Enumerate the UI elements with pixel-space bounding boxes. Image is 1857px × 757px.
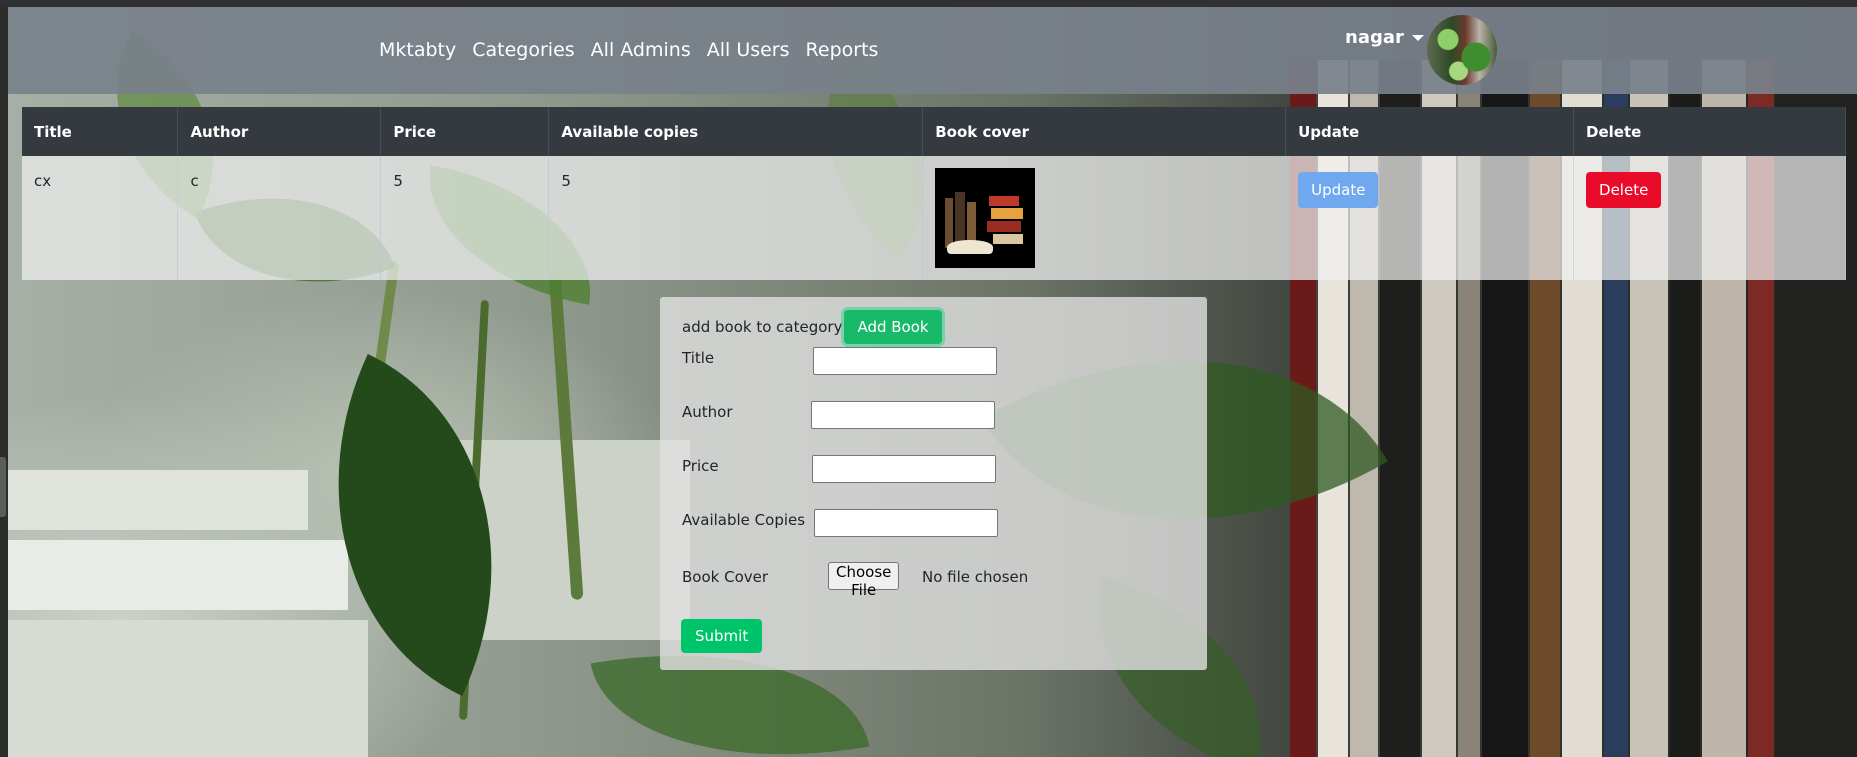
form-heading: add book to category <box>682 318 843 336</box>
cell-title: cx <box>22 156 179 280</box>
nav-link-reports[interactable]: Reports <box>806 39 879 61</box>
submit-button[interactable]: Submit <box>681 619 763 653</box>
author-input[interactable] <box>811 401 995 429</box>
price-input[interactable] <box>812 455 996 483</box>
header-update: Update <box>1285 107 1575 156</box>
copies-input[interactable] <box>814 509 998 537</box>
cell-update: Update <box>1285 156 1575 280</box>
price-label: Price <box>682 457 719 475</box>
price-row: Price <box>682 455 996 483</box>
avatar[interactable] <box>1427 15 1497 85</box>
table-header-row: Title Author Price Available copies Book… <box>22 107 1846 156</box>
nav-link-all-users[interactable]: All Users <box>707 39 790 61</box>
navbar: Mktabty Categories All Admins All Users … <box>8 7 1857 94</box>
file-status: No file chosen <box>922 568 1029 586</box>
header-title: Title <box>22 107 179 156</box>
window-top-strip <box>0 0 1857 7</box>
choose-file-button[interactable]: Choose File <box>828 562 900 599</box>
cell-copies: 5 <box>548 156 924 280</box>
cover-label: Book Cover <box>682 568 769 586</box>
cover-row: Book Cover Choose File No file chosen <box>682 562 1028 599</box>
header-book-cover: Book cover <box>922 107 1287 156</box>
nav-link-mktabty[interactable]: Mktabty <box>379 39 456 61</box>
header-price: Price <box>380 107 550 156</box>
header-copies: Available copies <box>548 107 924 156</box>
title-row: Title <box>682 347 997 375</box>
left-edge-strip <box>0 7 8 757</box>
cell-price: 5 <box>380 156 550 280</box>
nav-link-categories[interactable]: Categories <box>472 39 574 61</box>
cell-author: c <box>177 156 382 280</box>
nav-link-all-admins[interactable]: All Admins <box>591 39 691 61</box>
table-row: cx c 5 5 Update Delete <box>22 156 1846 280</box>
header-author: Author <box>177 107 382 156</box>
book-cover-image <box>935 168 1036 268</box>
author-row: Author <box>682 401 995 429</box>
title-label: Title <box>682 349 715 367</box>
edge-handle[interactable] <box>0 457 6 517</box>
title-input[interactable] <box>813 347 997 375</box>
books-table: Title Author Price Available copies Book… <box>22 107 1846 280</box>
copies-label: Available Copies <box>682 511 806 529</box>
header-delete: Delete <box>1573 107 1846 156</box>
user-dropdown[interactable]: nagar <box>1345 27 1424 48</box>
cell-delete: Delete <box>1573 156 1846 280</box>
delete-button[interactable]: Delete <box>1586 172 1662 208</box>
update-button[interactable]: Update <box>1298 172 1379 208</box>
form-header: add book to category Add Book <box>682 310 942 344</box>
add-book-button[interactable]: Add Book <box>844 310 942 344</box>
author-label: Author <box>682 403 733 421</box>
caret-down-icon <box>1411 34 1424 41</box>
copies-row: Available Copies <box>682 509 998 537</box>
cell-book-cover <box>922 156 1287 280</box>
username: nagar <box>1345 27 1404 48</box>
nav-links: Mktabty Categories All Admins All Users … <box>379 39 878 61</box>
add-book-form: add book to category Add Book Title Auth… <box>660 297 1207 670</box>
